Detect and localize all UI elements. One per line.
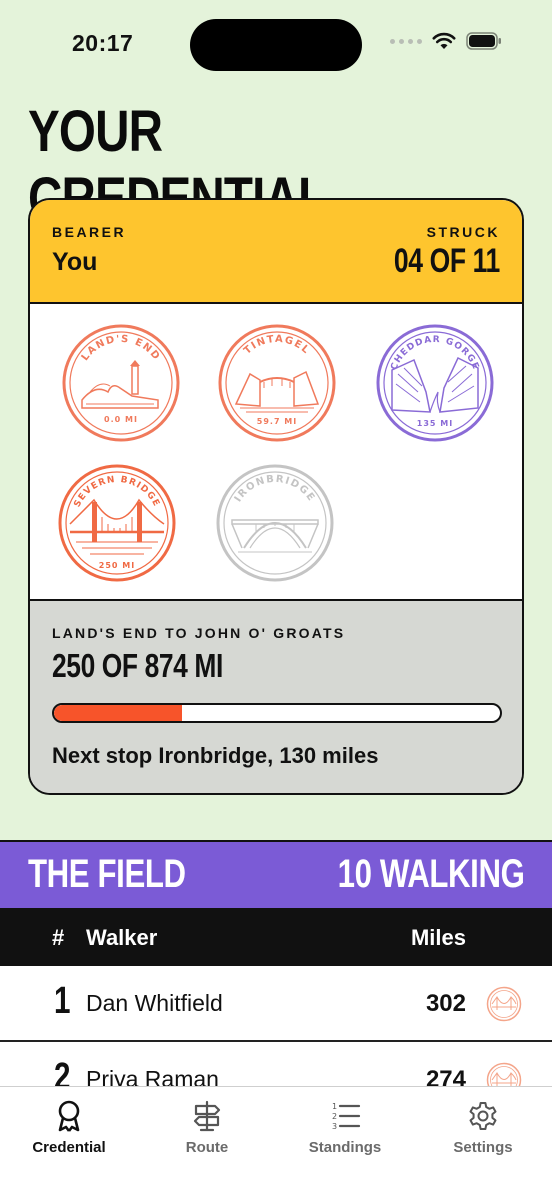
stamp-tintagel[interactable]: TINTAGEL 59.7 MI [216, 322, 338, 444]
route-progress-value: 250 OF 874 MI [52, 647, 223, 684]
column-rank: # [52, 925, 65, 950]
gear-icon [469, 1102, 497, 1130]
stamp-severn-bridge[interactable]: SEVERN BRIDGE 250 MI [56, 462, 178, 584]
row-miles: 302 [425, 990, 466, 1017]
tab-bar: Credential Route 1 2 3 Standings Setting… [0, 1086, 552, 1200]
svg-text:1: 1 [332, 1102, 337, 1111]
svg-text:2: 2 [332, 1112, 337, 1121]
stamp-grid: LAND'S END 0.0 MI TINTAGEL 59.7 MI CHEDD… [30, 304, 522, 601]
stamp-name: TINTAGEL [242, 334, 312, 357]
route-progress-fill [54, 705, 182, 721]
bearer-label: BEARER [52, 224, 127, 240]
bridge-stamp-icon [486, 1062, 522, 1086]
signpost-icon [193, 1100, 221, 1132]
tab-label: Settings [453, 1139, 513, 1156]
standings-list[interactable]: 1 Dan Whitfield 302 2 Priya Raman 274 [0, 966, 552, 1086]
struck-label: STRUCK [426, 224, 500, 240]
status-time: 20:17 [72, 30, 134, 56]
stamp-lands-end[interactable]: LAND'S END 0.0 MI [60, 322, 182, 444]
stamp-miles: 250 MI [99, 561, 135, 570]
row-walker-name: Dan Whitfield [86, 990, 223, 1016]
status-bar: 20:17 [0, 0, 552, 90]
field-count: 10 WALKING [337, 852, 524, 896]
wifi-icon [432, 32, 456, 49]
tab-label: Credential [32, 1139, 106, 1156]
stamp-name: SEVERN BRIDGE [73, 475, 162, 509]
standings-table-header: # Walker Miles [0, 908, 552, 966]
next-stop-text: Next stop Ironbridge, 130 miles [52, 743, 379, 768]
numbered-list-icon: 1 2 3 [332, 1102, 361, 1131]
dynamic-island [190, 19, 362, 71]
route-progress-bar [52, 703, 502, 723]
tab-standings[interactable]: 1 2 3 Standings [276, 1099, 414, 1156]
struck-value: 04 OF 11 [394, 242, 500, 280]
column-walker: Walker [86, 925, 158, 950]
table-row[interactable]: 1 Dan Whitfield 302 [0, 966, 552, 1042]
field-title: THE FIELD [28, 852, 186, 896]
route-progress-panel: LAND'S END TO JOHN O' GROATS 250 OF 874 … [30, 601, 522, 793]
stamp-name: LAND'S END [80, 334, 163, 363]
row-miles: 274 [425, 1066, 466, 1086]
stamp-name: IRONBRIDGE [233, 474, 317, 504]
table-row[interactable]: 2 Priya Raman 274 [0, 1042, 552, 1086]
tab-label: Route [185, 1139, 229, 1156]
field-header: THE FIELD 10 WALKING [0, 840, 552, 908]
column-miles: Miles [410, 925, 466, 950]
route-label: LAND'S END TO JOHN O' GROATS [52, 625, 346, 641]
stamp-miles: 59.7 MI [257, 417, 297, 426]
tab-settings[interactable]: Settings [414, 1099, 552, 1156]
stamp-cheddar-gorge[interactable]: CHEDDAR GORGE 135 MI [374, 322, 496, 444]
bridge-stamp-icon [486, 986, 522, 1022]
battery-icon [466, 32, 501, 50]
stamp-miles: 135 MI [417, 419, 453, 428]
stamp-ironbridge[interactable]: IRONBRIDGE [214, 462, 336, 584]
signal-dots-icon [390, 38, 422, 44]
row-rank: 1 [54, 980, 71, 1022]
tab-credential[interactable]: Credential [0, 1099, 138, 1156]
credential-header: BEARER You STRUCK 04 OF 11 [30, 200, 522, 304]
tab-route[interactable]: Route [138, 1099, 276, 1156]
row-rank: 2 [54, 1056, 71, 1086]
row-walker-name: Priya Raman [86, 1066, 219, 1086]
credential-card: BEARER You STRUCK 04 OF 11 LAND'S END 0.… [28, 198, 524, 795]
tab-label: Standings [308, 1139, 382, 1156]
status-icons [390, 32, 502, 50]
stamp-miles: 0.0 MI [104, 415, 138, 424]
bearer-value: You [52, 248, 98, 276]
svg-text:3: 3 [332, 1122, 337, 1131]
stamp-name: CHEDDAR GORGE [389, 335, 480, 372]
ribbon-badge-icon [58, 1100, 80, 1132]
